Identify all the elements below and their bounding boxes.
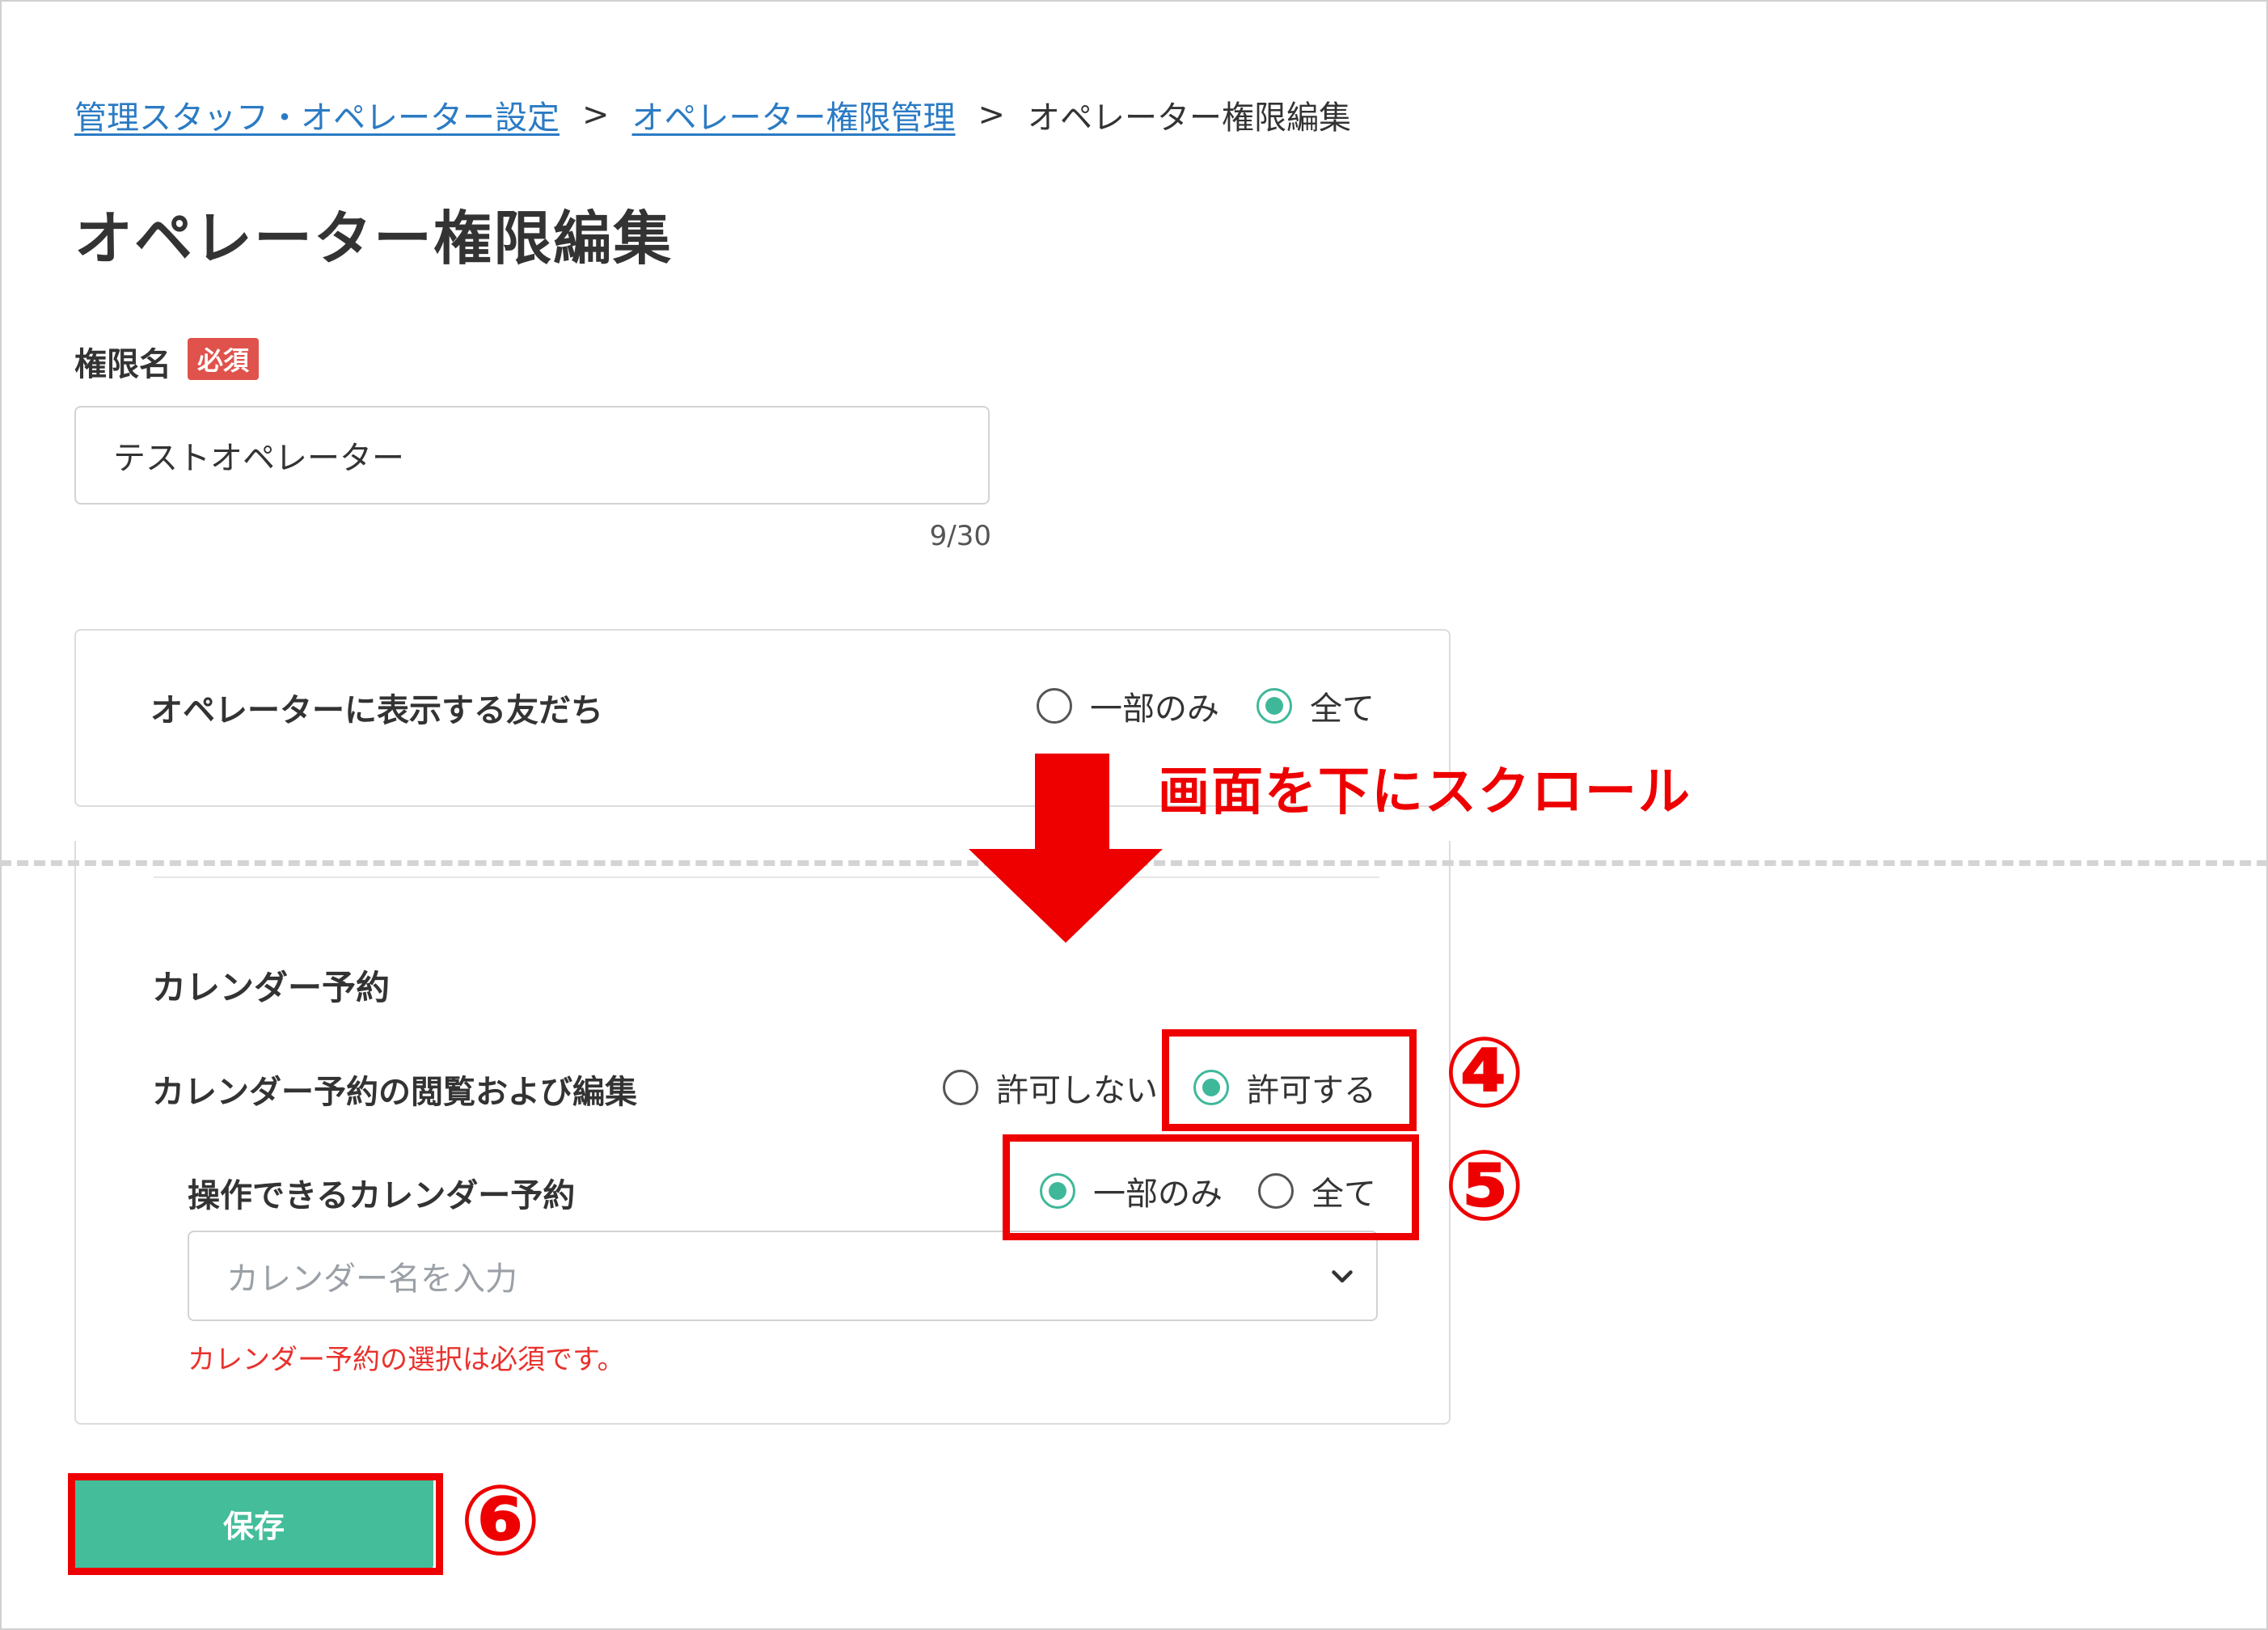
section-divider (154, 876, 1379, 878)
permission-name-label: 権限名 (74, 346, 171, 383)
highlight-box-step5 (1003, 1134, 1419, 1240)
char-count: 9/30 (929, 520, 991, 552)
breadcrumb-separator: > (978, 96, 1006, 133)
radio-label: 全て (1310, 690, 1375, 728)
friends-radio-partial[interactable]: 一部のみ (1037, 682, 1219, 729)
required-badge: 必須 (188, 338, 260, 380)
arrow-down-icon (969, 754, 1163, 943)
step-number-6: ⑥ (459, 1465, 542, 1577)
highlight-box-step6 (68, 1473, 443, 1575)
breadcrumb-separator: > (582, 96, 610, 133)
calendar-radio-deny[interactable]: 許可しない (943, 1064, 1158, 1111)
step-number-4: ④ (1443, 1017, 1526, 1130)
radio-unchecked-icon (943, 1070, 978, 1105)
breadcrumb-current: オペレーター権限編集 (1028, 99, 1352, 137)
breadcrumb-link-permission-management[interactable]: オペレーター権限管理 (632, 91, 956, 138)
friends-visibility-label: オペレーターに表示する友だち (150, 692, 603, 729)
radio-label: 一部のみ (1090, 690, 1219, 728)
permission-name-input[interactable] (74, 406, 990, 505)
calendar-select[interactable]: カレンダー名を入力 (188, 1231, 1378, 1321)
chevron-down-icon (1332, 1270, 1353, 1283)
radio-unchecked-icon (1037, 688, 1072, 724)
calendar-view-edit-label: カレンダー予約の閲覧および編集 (152, 1074, 637, 1111)
highlight-box-step4 (1162, 1029, 1417, 1131)
operable-calendar-label: 操作できるカレンダー予約 (188, 1177, 576, 1214)
friends-radio-all[interactable]: 全て (1256, 682, 1375, 729)
step-number-5: ⑤ (1443, 1130, 1526, 1243)
radio-label: 許可しない (996, 1072, 1158, 1109)
scroll-annotation-text: 画面を下にスクロール (1158, 762, 1691, 822)
calendar-section-title: カレンダー予約 (152, 968, 391, 1007)
radio-checked-icon (1256, 688, 1292, 724)
page-title: オペレーター権限編集 (74, 205, 674, 272)
calendar-error-message: カレンダー予約の選択は必須です。 (188, 1344, 625, 1376)
breadcrumb: 管理スタッフ・オペレーター設定 > オペレーター権限管理 > オペレーター権限編… (74, 91, 1351, 139)
calendar-select-placeholder: カレンダー名を入力 (226, 1261, 517, 1298)
breadcrumb-link-staff-settings[interactable]: 管理スタッフ・オペレーター設定 (74, 91, 560, 138)
